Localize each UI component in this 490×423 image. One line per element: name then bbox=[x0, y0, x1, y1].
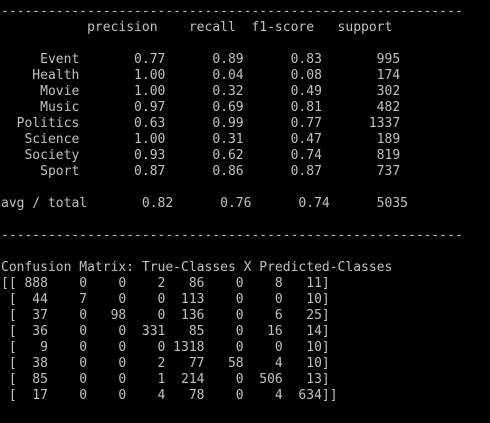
report-row-avg-total: avg / total 0.82 0.76 0.74 5035 bbox=[1, 196, 408, 211]
report-row-sport: Sport 0.87 0.86 0.87 737 bbox=[1, 164, 401, 179]
report-row-politics: Politics 0.63 0.99 0.77 1337 bbox=[1, 116, 401, 131]
confusion-matrix-row: [ 44 7 0 0 113 0 0 10] bbox=[1, 292, 330, 307]
report-header-row: precision recall f1-score support bbox=[1, 20, 393, 35]
report-row-music: Music 0.97 0.69 0.81 482 bbox=[1, 100, 401, 115]
report-row-science: Science 1.00 0.31 0.47 189 bbox=[1, 132, 401, 147]
confusion-matrix-title: Confusion Matrix: True-Classes X Predict… bbox=[1, 260, 393, 275]
confusion-matrix-row: [ 37 0 98 0 136 0 6 25] bbox=[1, 308, 330, 323]
separator-line-top: ----------------------------------------… bbox=[1, 4, 463, 19]
console-window[interactable]: ----------------------------------------… bbox=[0, 0, 490, 423]
report-row-event: Event 0.77 0.89 0.83 995 bbox=[1, 52, 401, 67]
confusion-matrix-row: [ 85 0 0 1 214 0 506 13] bbox=[1, 372, 330, 387]
confusion-matrix-row: [ 17 0 0 4 78 0 4 634]] bbox=[1, 388, 338, 403]
report-row-health: Health 1.00 0.04 0.08 174 bbox=[1, 68, 401, 83]
confusion-matrix-row: [ 9 0 0 0 1318 0 0 10] bbox=[1, 340, 330, 355]
console-scrollbar[interactable] bbox=[484, 0, 490, 423]
separator-line-bottom: ----------------------------------------… bbox=[1, 228, 463, 243]
confusion-matrix-row: [ 38 0 0 2 77 58 4 10] bbox=[1, 356, 330, 371]
confusion-matrix-row: [[ 888 0 0 2 86 0 8 11] bbox=[1, 276, 330, 291]
report-row-society: Society 0.93 0.62 0.74 819 bbox=[1, 148, 401, 163]
confusion-matrix-row: [ 36 0 0 331 85 0 16 14] bbox=[1, 324, 330, 339]
report-row-movie: Movie 1.00 0.32 0.49 302 bbox=[1, 84, 401, 99]
